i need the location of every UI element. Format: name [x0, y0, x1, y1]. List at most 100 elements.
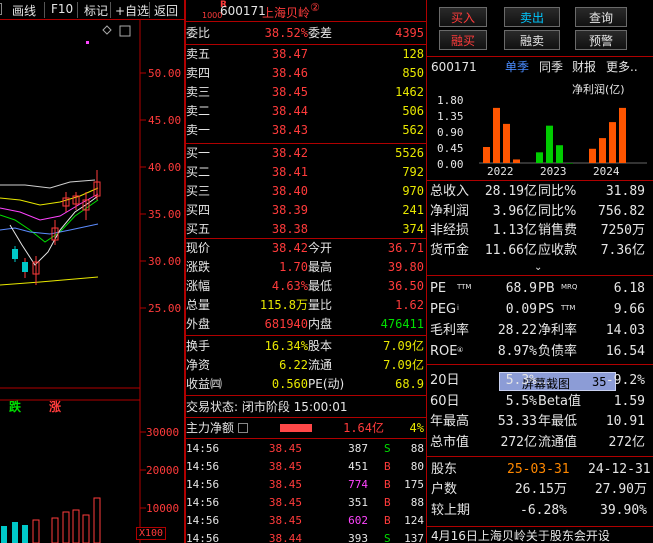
net-profit-bar	[556, 145, 563, 163]
val-value: 9.66	[613, 302, 645, 317]
holders-row-label: 户数	[431, 482, 458, 497]
quote-panel: R 1000 600171 上海贝岭 ② 委比 38.52% 委差 4395 交…	[186, 0, 426, 543]
fin-value: 1.13亿	[492, 223, 537, 238]
tick-time: 14:56	[186, 460, 220, 473]
tick-time: 14:56	[186, 514, 220, 527]
valuation-row: ROE ④ 8.97% 负债率 16.54	[427, 344, 653, 360]
stock-name: 上海贝岭	[262, 6, 311, 20]
stat-label: 今开	[308, 241, 333, 255]
tick-price: 38.45	[268, 442, 302, 455]
stat-value: 1.62	[395, 298, 424, 312]
buy-button[interactable]: 买入	[439, 7, 487, 27]
stat-label: 流通	[308, 358, 333, 372]
perf-label: Beta值	[538, 393, 581, 409]
expand-chevron-icon[interactable]: ⌄	[534, 262, 542, 273]
val-sub: i	[457, 304, 459, 312]
stat-value: 4.63%	[271, 279, 308, 293]
holders-value1: 26.15万	[514, 482, 567, 497]
stat-label: 收益㈣	[186, 377, 223, 391]
tab-same-quarter[interactable]: 同季	[539, 59, 563, 75]
kline-chart-panel[interactable]: 画线 F10 标记 +自选 返回 50.00 45.00 40.00 35.00…	[0, 0, 184, 543]
perf-value: 53.33	[497, 414, 537, 429]
fin-year: 2022	[487, 165, 514, 178]
tick-price: 38.45	[268, 514, 302, 527]
price-tick-50: 50.00	[148, 67, 182, 80]
vol-unit-label: X100	[136, 527, 167, 540]
stat-row: 涨跌 1.70 最高 39.80	[186, 259, 426, 275]
margin-sell-button[interactable]: 融卖	[504, 30, 560, 50]
stat-label: PE(动)	[308, 377, 345, 391]
trade-status: 交易状态: 闭市阶段 15:00:01	[186, 400, 348, 414]
toolbar-draw-button[interactable]: 画线	[12, 2, 36, 19]
holders-row: 较上期 -6.28% 39.90%	[427, 503, 653, 519]
margin-buy-button[interactable]: 融买	[439, 30, 487, 50]
fin-value: 28.19亿	[484, 184, 537, 199]
fin-value: 11.66亿	[484, 242, 537, 258]
val-label: ROE	[430, 344, 458, 359]
tick-time: 14:56	[186, 532, 220, 543]
holders-label: 股东	[431, 462, 458, 477]
vol-tick-10000: 10000	[146, 502, 180, 515]
net-profit-bar	[493, 107, 500, 163]
fin-ytick: 1.35	[437, 110, 464, 123]
ask-row: 卖二 38.44 506	[186, 103, 426, 119]
toolbar-back-button[interactable]: 返回	[154, 2, 178, 19]
chart-settings-box	[119, 25, 131, 37]
tab-report[interactable]: 财报	[572, 59, 596, 75]
tick-count: 80	[410, 460, 424, 473]
tick-price: 38.45	[268, 478, 302, 491]
main-flow-value: 1.64亿	[343, 421, 384, 435]
tick-price: 38.45	[268, 460, 302, 473]
main-flow-pct: 4%	[409, 421, 424, 435]
perf-value: 5.5%	[505, 393, 537, 409]
val-value: 14.03	[605, 323, 645, 338]
val-value: 0.09	[505, 302, 537, 317]
tick-side: S	[384, 442, 391, 455]
perf-label: 年最高	[430, 414, 470, 429]
tab-more[interactable]: 更多..	[606, 59, 638, 75]
ask-price: 38.43	[271, 123, 308, 137]
query-button[interactable]: 查询	[575, 7, 627, 27]
bid-volume: 792	[402, 165, 424, 179]
ask-row: 卖四 38.46 850	[186, 65, 426, 81]
net-profit-bar	[483, 147, 490, 163]
perf-value: 272亿	[500, 434, 537, 450]
tick-side: B	[384, 514, 391, 527]
main-flow-row[interactable]: 主力净额 1.64亿 4%	[186, 420, 426, 436]
tick-time: 14:56	[186, 442, 220, 455]
fin-ytick: 0.90	[437, 126, 464, 139]
fin-value: 31.89	[605, 184, 645, 199]
news-headline[interactable]: 4月16日上海贝岭关于股东会开设	[431, 528, 610, 543]
stat-value: 476411	[380, 317, 424, 331]
toolbar-mark-button[interactable]: 标记	[84, 2, 108, 19]
toolbar-f10-button[interactable]: F10	[51, 2, 73, 16]
stat-label: 最低	[308, 279, 333, 293]
fin-row: 净利润 3.96亿 同比% 756.82	[427, 204, 653, 220]
tab-quarter[interactable]: 单季	[505, 59, 529, 75]
perf-value: 5.3%	[505, 373, 537, 388]
stat-value: 36.71	[387, 241, 424, 255]
holders-date2: 24-12-31	[588, 462, 651, 477]
main-flow-icon[interactable]	[238, 423, 248, 433]
bid-price: 38.40	[271, 184, 308, 198]
stat-value: 39.80	[387, 260, 424, 274]
sell-button[interactable]: 卖出	[504, 7, 560, 27]
stat-row: 外盘 681940 内盘 476411	[186, 316, 426, 332]
stat-value: 115.8万	[259, 298, 308, 312]
tick-row: 14:56 38.45 387 S 88	[186, 441, 426, 457]
bid-row: 买五 38.38 374	[186, 221, 426, 237]
stat-row: 涨幅 4.63% 最低 36.50	[186, 278, 426, 294]
val-label: PS	[538, 302, 555, 317]
holders-value1: -6.28%	[520, 503, 567, 518]
tick-row: 14:56 38.45 602 B 124	[186, 513, 426, 529]
toolbar-add-watchlist-button[interactable]: +自选	[115, 2, 149, 19]
stat-value: 7.09亿	[383, 358, 424, 372]
tick-count: 137	[404, 532, 424, 543]
ask-label: 卖五	[186, 47, 211, 61]
perf-value: 272亿	[608, 434, 645, 450]
bid-volume: 970	[402, 184, 424, 198]
alert-button[interactable]: 预警	[575, 30, 627, 50]
fin-row: 非经损 1.13亿 销售费 7250万	[427, 223, 653, 239]
fin-tabs: 600171 单季 同季 财报 更多..	[427, 59, 653, 75]
ask-label: 卖二	[186, 104, 211, 118]
